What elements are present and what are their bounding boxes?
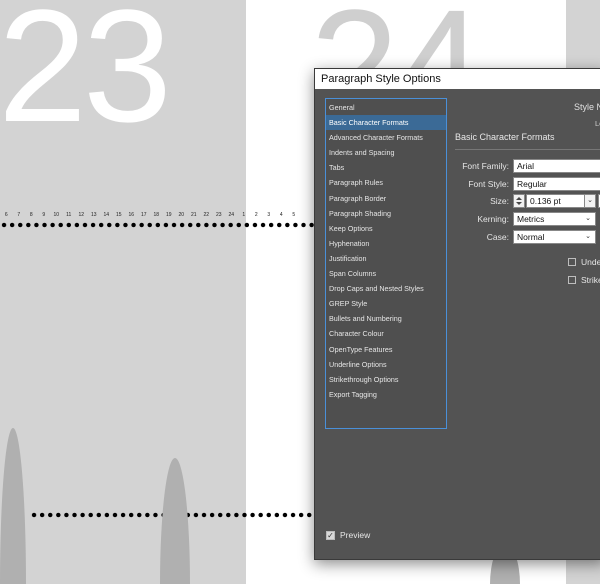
spinner-down-icon[interactable]	[516, 202, 522, 205]
category-list: General Basic Character Formats Advanced C…	[325, 98, 447, 429]
category-item[interactable]: Drop Caps and Nested Styles	[326, 281, 446, 296]
ruler-number: 18	[153, 212, 160, 218]
ruler-number: 20	[178, 212, 185, 218]
underline-checkbox[interactable]	[568, 258, 576, 266]
ruler-number: 3	[267, 212, 271, 218]
category-item[interactable]: Paragraph Rules	[326, 175, 446, 190]
size-dropdown-chevron-icon[interactable]: ⌄	[584, 194, 596, 208]
font-family-value: Arial	[517, 161, 535, 171]
category-item[interactable]: Span Columns	[326, 266, 446, 281]
category-item[interactable]: Hyphenation	[326, 236, 446, 251]
section-title: Basic Character Formats	[455, 132, 555, 142]
category-item[interactable]: Underline Options	[326, 357, 446, 372]
ruler-number: 13	[90, 212, 97, 218]
ruler-number: 2	[254, 212, 258, 218]
ruler-number: 6	[4, 212, 8, 218]
kerning-select[interactable]: Metrics ⌄	[513, 212, 596, 226]
ruler-number: 10	[53, 212, 60, 218]
category-item[interactable]: Tabs	[326, 160, 446, 175]
page-number-23: 23	[0, 0, 172, 155]
category-item[interactable]: Bullets and Numbering	[326, 311, 446, 326]
category-item[interactable]: Justification	[326, 251, 446, 266]
ruler-number: 14	[103, 212, 110, 218]
case-select[interactable]: Normal ⌄	[513, 230, 596, 244]
section-divider	[455, 149, 600, 150]
size-label: Size:	[490, 196, 509, 206]
ruler-number: 21	[190, 212, 197, 218]
location-label: Lo	[595, 119, 600, 128]
font-style-select[interactable]: Regular	[513, 177, 600, 191]
category-item[interactable]: GREP Style	[326, 296, 446, 311]
font-family-label: Font Family:	[462, 161, 509, 171]
category-item[interactable]: Strikethrough Options	[326, 372, 446, 387]
ruler-number: 8	[29, 212, 33, 218]
size-spinner[interactable]	[513, 194, 525, 208]
chevron-down-icon: ⌄	[585, 215, 591, 222]
category-item[interactable]: General	[326, 100, 446, 115]
dialog-titlebar[interactable]: Paragraph Style Options	[315, 69, 600, 89]
ruler-number: 24	[228, 212, 235, 218]
category-item[interactable]: Paragraph Shading	[326, 206, 446, 221]
case-value: Normal	[517, 232, 545, 242]
ruler-number: 7	[17, 212, 21, 218]
kerning-value: Metrics	[517, 214, 545, 224]
font-family-select[interactable]: Arial	[513, 159, 600, 173]
preview-checkbox[interactable]: ✓	[326, 531, 335, 540]
category-item[interactable]: Keep Options	[326, 221, 446, 236]
ruler-number: 22	[203, 212, 210, 218]
strikethrough-label: Strike	[581, 275, 600, 285]
underline-label: Unde	[581, 257, 600, 267]
ruler-number: 4	[279, 212, 283, 218]
font-style-label: Font Style:	[468, 179, 509, 189]
paragraph-style-options-dialog: Paragraph Style Options General Basic Cha…	[314, 68, 600, 560]
ruler-number: 9	[42, 212, 46, 218]
case-label: Case:	[486, 232, 509, 242]
ruler-number: 23	[215, 212, 222, 218]
chevron-down-icon: ⌄	[585, 233, 591, 240]
preview-label: Preview	[340, 530, 371, 540]
ruler-number: 17	[140, 212, 147, 218]
category-item[interactable]: Indents and Spacing	[326, 145, 446, 160]
ruler-number: 11	[66, 212, 72, 218]
strikethrough-checkbox[interactable]	[568, 276, 576, 284]
ruler-number: 15	[115, 212, 122, 218]
category-item[interactable]: Advanced Character Formats	[326, 130, 446, 145]
ruler-number: 1	[242, 212, 246, 218]
ruler-number: 12	[78, 212, 85, 218]
category-item[interactable]: OpenType Features	[326, 342, 446, 357]
spinner-up-icon[interactable]	[516, 197, 522, 200]
ruler-number: 19	[165, 212, 172, 218]
ruler-numbers: 6 7 8 9 10 11 12 13 14 15 16 17 18 19 20 21 22 23 24 1 2 3 4 5	[0, 212, 300, 220]
category-item[interactable]: Basic Character Formats	[326, 115, 446, 131]
size-value: 0.136 pt	[530, 196, 561, 206]
category-item[interactable]: Character Colour	[326, 326, 446, 341]
style-name-label: Style N	[574, 102, 600, 112]
ruler-number: 16	[128, 212, 135, 218]
kerning-label: Kerning:	[477, 214, 509, 224]
ruler-number: 5	[292, 212, 296, 218]
category-item[interactable]: Paragraph Border	[326, 191, 446, 206]
font-style-value: Regular	[517, 179, 547, 189]
category-item[interactable]: Export Tagging	[326, 387, 446, 402]
